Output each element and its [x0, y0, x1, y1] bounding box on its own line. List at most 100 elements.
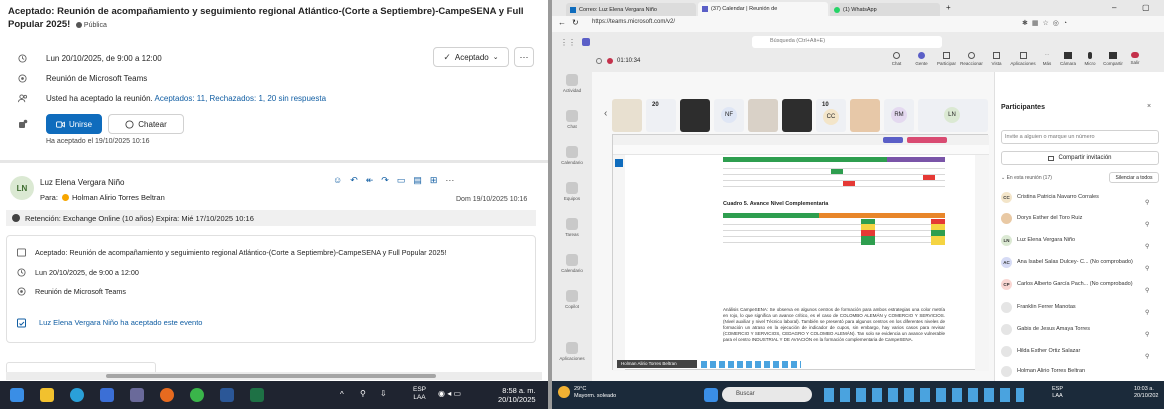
chevron-up-icon[interactable]: ^ [340, 390, 344, 399]
participant-row-3[interactable]: AC Ana Isabel Salas Dulcey- C... (No comp… [1001, 256, 1164, 268]
toolbar-leave[interactable]: Salir [1125, 52, 1145, 66]
reply-box-stub[interactable] [6, 362, 156, 372]
outlook-icon[interactable] [100, 388, 114, 402]
tile-ln[interactable]: LN [918, 99, 988, 132]
shared-screen[interactable]: Cuadro 5. Avance Nivel Complementaria An… [612, 134, 989, 371]
tab-calendar[interactable]: (37) Calendar | Reunión de [698, 2, 828, 16]
excel-icon[interactable] [250, 388, 264, 402]
nav-apps[interactable]: Aplicaciones [552, 342, 592, 361]
file-explorer-icon[interactable] [40, 388, 54, 402]
toolbar-chat[interactable]: Chat [884, 52, 909, 66]
join-button[interactable]: Unirse [46, 114, 102, 134]
reply-all-icon[interactable]: ↞ [366, 175, 374, 186]
tile-video-1[interactable] [612, 99, 642, 132]
timer-value: 01:10:34 [617, 58, 641, 64]
sender-name[interactable]: Luz Elena Vergara Niño [40, 178, 125, 187]
tile-video-5[interactable] [748, 99, 778, 132]
toolbar-share[interactable]: Compartir [1101, 52, 1125, 66]
firefox-icon[interactable] [160, 388, 174, 402]
close-panel-icon[interactable]: × [1147, 103, 1151, 110]
windows-start-icon[interactable] [10, 388, 24, 402]
taskbar-search[interactable]: Buscar [722, 387, 812, 402]
url-field[interactable]: https://teams.microsoft.com/v2/ [592, 19, 675, 25]
clock[interactable]: 8:58 a. m. 20/10/2025 [498, 386, 536, 404]
nav-activity[interactable]: Actividad [552, 74, 592, 93]
toolbar-raise[interactable]: Participar [934, 52, 959, 66]
tile-rm[interactable]: RM [884, 99, 914, 132]
calculator-icon[interactable] [130, 388, 144, 402]
outlook-event-pane: Aceptado: Reunión de acompañamiento y se… [0, 0, 548, 409]
language-indicator[interactable]: ESP LAA [413, 386, 426, 402]
invite-input[interactable]: Invite a alguien o marque un número [1001, 130, 1159, 144]
tiles-prev-icon[interactable]: ‹ [604, 108, 607, 119]
more-options-button[interactable]: ··· [514, 47, 534, 67]
app-launcher-icon[interactable]: ⋮⋮ [560, 38, 576, 47]
tile-cc[interactable]: 10 CC [816, 99, 846, 132]
nav-copilot[interactable]: Copilot [552, 290, 592, 309]
reply-icon[interactable]: ↶ [350, 175, 358, 186]
toolbar-people[interactable]: Gente [909, 52, 934, 66]
windows-start-icon-2[interactable] [704, 388, 718, 402]
usb-tray-icon[interactable]: ⇩ [380, 389, 387, 398]
chat-button[interactable]: Chatear [108, 114, 184, 134]
tile-video-6[interactable] [782, 99, 812, 132]
participant-row-1[interactable]: Dorys Esther del Toro Ruiz [1001, 212, 1164, 224]
tile-nf[interactable]: NF [714, 99, 744, 132]
tile-video-3[interactable] [680, 99, 710, 132]
participant-row-8[interactable]: Holman Alirio Torres Beltran [1001, 365, 1164, 377]
maximize-button[interactable]: ▢ [1142, 3, 1150, 12]
new-tab-button[interactable]: + [946, 3, 951, 12]
copilot-icon[interactable]: ▭ [397, 175, 406, 186]
participant-row-5[interactable]: Franklin Ferrer Manotas [1001, 301, 1164, 313]
accepted-dropdown[interactable]: ✓ Aceptado ⌄ [433, 47, 509, 67]
refresh-icon[interactable]: ↻ [572, 18, 579, 27]
weather-widget[interactable]: 29°C Mayorm. soleado [574, 386, 616, 400]
tab-outlook[interactable]: Correo: Luz Elena Vergara Niño [566, 3, 696, 16]
participant-row-6[interactable]: Gabis de Jesus Amaya Torres [1001, 323, 1164, 335]
language-indicator-2[interactable]: ESP LAA [1052, 386, 1063, 400]
participant-row-2[interactable]: LN Luz Elena Vergara Niño [1001, 234, 1164, 246]
apps-icon[interactable]: ⊞ [430, 175, 438, 186]
back-icon[interactable]: ← [558, 18, 566, 27]
tile-video-8[interactable] [850, 99, 880, 132]
participant-row-0[interactable]: CC Cristina Patricia Navarro Corrales [1001, 191, 1164, 203]
network-tray-icon[interactable]: ⚲ [360, 389, 366, 398]
word-icon[interactable] [220, 388, 234, 402]
in-meeting-section[interactable]: ⌄ En esta reunión (17) [1001, 175, 1052, 181]
minimize-button[interactable]: – [1112, 3, 1116, 12]
teams-search-box[interactable]: Búsqueda (Ctrl+Alt+E) [752, 36, 942, 48]
toolbar-view[interactable]: Vista [984, 52, 1009, 66]
more-actions-icon[interactable]: ··· [445, 175, 454, 186]
nav-chat[interactable]: Chat [552, 110, 592, 129]
participant-row-4[interactable]: CP Carlos Alberto García Pach... (No comp… [1001, 278, 1164, 290]
participant-row-7[interactable]: Hilda Esther Ortiz Salazar [1001, 345, 1164, 357]
nav-teams[interactable]: Equipos [552, 182, 592, 201]
toolbar-more[interactable]: ··· Más [1037, 52, 1057, 66]
taskbar-app-icons[interactable] [824, 388, 1024, 402]
wifi-sound-battery-icon[interactable]: ◉ ◂ ▭ [438, 389, 461, 398]
browser-toolbar-icons[interactable]: ✱▦☆◎◔ [1022, 19, 1071, 27]
recipient-name[interactable]: Holman Alirio Torres Beltran [72, 193, 165, 202]
immersive-reader-icon[interactable]: ▤ [413, 175, 422, 186]
forward-icon[interactable]: ↷ [381, 175, 389, 186]
accepted-event-link[interactable]: Luz Elena Vergara Niño ha aceptado este … [39, 318, 202, 327]
tab-whatsapp[interactable]: (1) WhatsApp [830, 3, 940, 16]
chrome-icon[interactable] [190, 388, 204, 402]
toolbar-apps[interactable]: Aplicaciones [1009, 52, 1037, 66]
toolbar-react[interactable]: Reaccionar [959, 52, 984, 66]
toolbar-camera[interactable]: Cámara [1057, 52, 1079, 66]
response-counts-link[interactable]: Aceptados: 11, Rechazados: 1, 20 sin res… [155, 94, 327, 103]
horizontal-scrollbar[interactable] [6, 372, 542, 380]
emoji-icon[interactable]: ☺ [333, 175, 342, 186]
nav-calendar-2[interactable]: Calendario [552, 254, 592, 273]
edge-browser-icon[interactable] [70, 388, 84, 402]
clock-2[interactable]: 10:03 a. 20/10/202 [1134, 386, 1158, 400]
nav-tasks[interactable]: Tareas [552, 218, 592, 237]
share-invite-button[interactable]: Compartir invitación [1001, 151, 1159, 165]
mute-all-button[interactable]: Silenciar a todos [1109, 172, 1159, 183]
toolbar-mic[interactable]: Micro [1079, 52, 1101, 66]
tile-rm-initials: RM [891, 107, 907, 123]
tile-video-2[interactable]: 20 [646, 99, 676, 132]
participant-name-1: Dorys Esther del Toro Ruiz [1017, 215, 1083, 221]
nav-calendar[interactable]: Calendario [552, 146, 592, 165]
